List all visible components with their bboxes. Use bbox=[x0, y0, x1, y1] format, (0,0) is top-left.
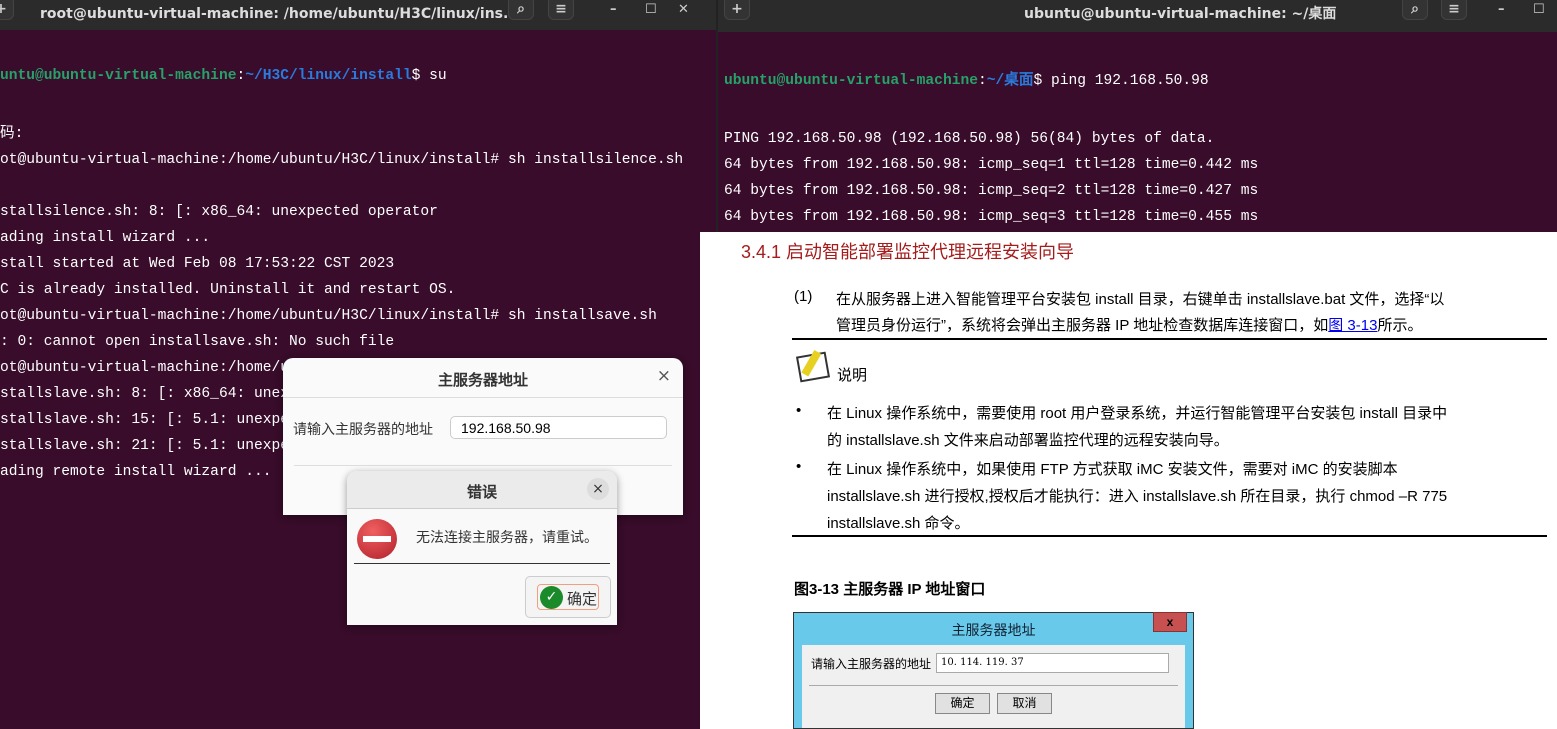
prompt-line: ubuntu@ubuntu-virtual-machine:~/桌面$ ping… bbox=[724, 73, 1209, 89]
figure-label: 请输入主服务器的地址 bbox=[811, 657, 932, 671]
ok-label: 确定 bbox=[567, 590, 598, 608]
prompt-user: ubuntu@ubuntu-virtual-machine bbox=[724, 73, 978, 89]
new-tab-button[interactable]: + bbox=[724, 0, 750, 20]
divider bbox=[283, 397, 683, 398]
terminal-line: ot@ubuntu-virtual-machine:/home/ubuntu/H… bbox=[0, 308, 657, 324]
prompt-path: ~/桌面 bbox=[986, 73, 1034, 89]
menu-button[interactable]: ≡ bbox=[548, 0, 574, 20]
prompt-command: $ su bbox=[411, 68, 447, 84]
left-terminal-titlebar: + root@ubuntu-virtual-machine: /home/ubu… bbox=[0, 0, 716, 30]
address-input[interactable] bbox=[450, 416, 667, 439]
step-line-2: 管理员身份运行”，系统将会弹出主服务器 IP 地址检查数据库连接窗口，如图 3-… bbox=[836, 314, 1422, 335]
bullet-dot: • bbox=[796, 402, 802, 419]
search-button[interactable]: ⌕ bbox=[508, 0, 534, 20]
bullet-2-line-1: 在 Linux 操作系统中，如果使用 FTP 方式获取 iMC 安装文件，需要对… bbox=[827, 461, 1398, 478]
figure-dialog: 主服务器地址 x 请输入主服务器的地址 10. 114. 119. 37 确定 … bbox=[793, 612, 1194, 729]
section-heading: 3.4.1 启动智能部署监控代理远程安装向导 bbox=[741, 242, 1075, 262]
new-tab-button[interactable]: + bbox=[0, 0, 14, 20]
left-terminal-title: root@ubuntu-virtual-machine: /home/ubunt… bbox=[40, 6, 519, 22]
figure-cancel-button: 取消 bbox=[997, 693, 1052, 714]
right-terminal-output: ubuntu@ubuntu-virtual-machine:~/桌面$ ping… bbox=[724, 36, 1258, 232]
dialog-title: 主服务器地址 bbox=[437, 371, 528, 389]
right-terminal-title: ubuntu@ubuntu-virtual-machine: ~/桌面 bbox=[1024, 6, 1337, 22]
bullet-1-line-2: 的 installslave.sh 文件来启动部署监控代理的远程安装向导。 bbox=[827, 432, 1229, 449]
ok-button[interactable]: ✓ 确定 bbox=[525, 576, 611, 618]
error-dialog: 错误 × 无法连接主服务器，请重试。 ✓ 确定 bbox=[347, 471, 617, 625]
terminal-line: : 0: cannot open installsave.sh: No such… bbox=[0, 334, 395, 350]
figure-title: 主服务器地址 bbox=[951, 622, 1036, 638]
divider bbox=[792, 535, 1547, 537]
terminal-line: PING 192.168.50.98 (192.168.50.98) 56(84… bbox=[724, 131, 1215, 147]
prompt-user: untu@ubuntu-virtual-machine bbox=[0, 68, 237, 84]
close-button[interactable]: × bbox=[657, 366, 671, 386]
terminal-line: 64 bytes from 192.168.50.98: icmp_seq=2 … bbox=[724, 183, 1259, 199]
maximize-icon[interactable]: ☐ bbox=[1533, 2, 1545, 17]
search-button[interactable]: ⌕ bbox=[1402, 0, 1428, 20]
error-stop-icon bbox=[357, 519, 397, 559]
terminal-line: stall started at Wed Feb 08 17:53:22 CST… bbox=[0, 256, 395, 272]
minimize-icon[interactable]: – bbox=[610, 2, 617, 17]
terminal-line: C is already installed. Uninstall it and… bbox=[0, 282, 456, 298]
check-icon: ✓ bbox=[540, 586, 563, 609]
terminal-line: 64 bytes from 192.168.50.98: icmp_seq=3 … bbox=[724, 209, 1259, 225]
maximize-icon[interactable]: ☐ bbox=[645, 2, 657, 17]
close-button[interactable]: × bbox=[587, 478, 609, 500]
step-text: 管理员身份运行”，系统将会弹出主服务器 IP 地址检查数据库连接窗口，如 bbox=[836, 317, 1329, 334]
manual-document: 3.4.1 启动智能部署监控代理远程安装向导 (1) 在从服务器上进入智能管理平… bbox=[700, 232, 1557, 729]
note-pencil-icon bbox=[795, 349, 831, 383]
figure-link[interactable]: 图 3-13 bbox=[1328, 317, 1377, 334]
error-message: 无法连接主服务器，请重试。 bbox=[416, 530, 598, 546]
divider bbox=[792, 338, 1547, 340]
note-label: 说明 bbox=[837, 367, 868, 384]
prompt-line: untu@ubuntu-virtual-machine:~/H3C/linux/… bbox=[0, 68, 447, 84]
menu-button[interactable]: ≡ bbox=[1441, 0, 1467, 20]
minimize-icon[interactable]: – bbox=[1498, 2, 1505, 17]
bullet-dot: • bbox=[796, 458, 802, 475]
dialog-title: 错误 bbox=[466, 483, 497, 501]
terminal-line: 码: bbox=[0, 126, 24, 142]
terminal-line: stallsilence.sh: 8: [: x86_64: unexpecte… bbox=[0, 204, 438, 220]
figure-ok-button: 确定 bbox=[935, 693, 990, 714]
step-line-1: 在从服务器上进入智能管理平台安装包 install 目录，右键单击 instal… bbox=[836, 291, 1445, 308]
bullet-2-line-2: installslave.sh 进行授权,授权后才能执行：进入 installs… bbox=[827, 488, 1448, 505]
figure-close-button: x bbox=[1153, 612, 1187, 632]
terminal-line: ot@ubuntu-virtual-machine:/home/ubuntu/H… bbox=[0, 152, 684, 168]
close-icon[interactable]: ✕ bbox=[678, 2, 689, 17]
step-text: 所示。 bbox=[1377, 317, 1423, 334]
figure-caption: 图3-13 主服务器 IP 地址窗口 bbox=[794, 581, 986, 598]
figure-input: 10. 114. 119. 37 bbox=[936, 653, 1169, 673]
address-label: 请输入主服务器的地址 bbox=[293, 422, 433, 438]
terminal-line: 64 bytes from 192.168.50.98: icmp_seq=1 … bbox=[724, 157, 1259, 173]
right-terminal-window: + ubuntu@ubuntu-virtual-machine: ~/桌面 ⌕ … bbox=[716, 0, 1557, 232]
bullet-1-line-1: 在 Linux 操作系统中，需要使用 root 用户登录系统，并运行智能管理平台… bbox=[827, 405, 1448, 422]
divider bbox=[294, 465, 672, 466]
terminal-line: ading install wizard ... bbox=[0, 230, 211, 246]
prompt-command: $ ping 192.168.50.98 bbox=[1033, 73, 1209, 89]
prompt-path: ~/H3C/linux/install bbox=[245, 68, 412, 84]
divider bbox=[354, 563, 610, 564]
right-terminal-titlebar: + ubuntu@ubuntu-virtual-machine: ~/桌面 ⌕ … bbox=[718, 0, 1557, 32]
bullet-2-line-3: installslave.sh 命令。 bbox=[827, 515, 970, 532]
step-number: (1) bbox=[794, 288, 813, 305]
